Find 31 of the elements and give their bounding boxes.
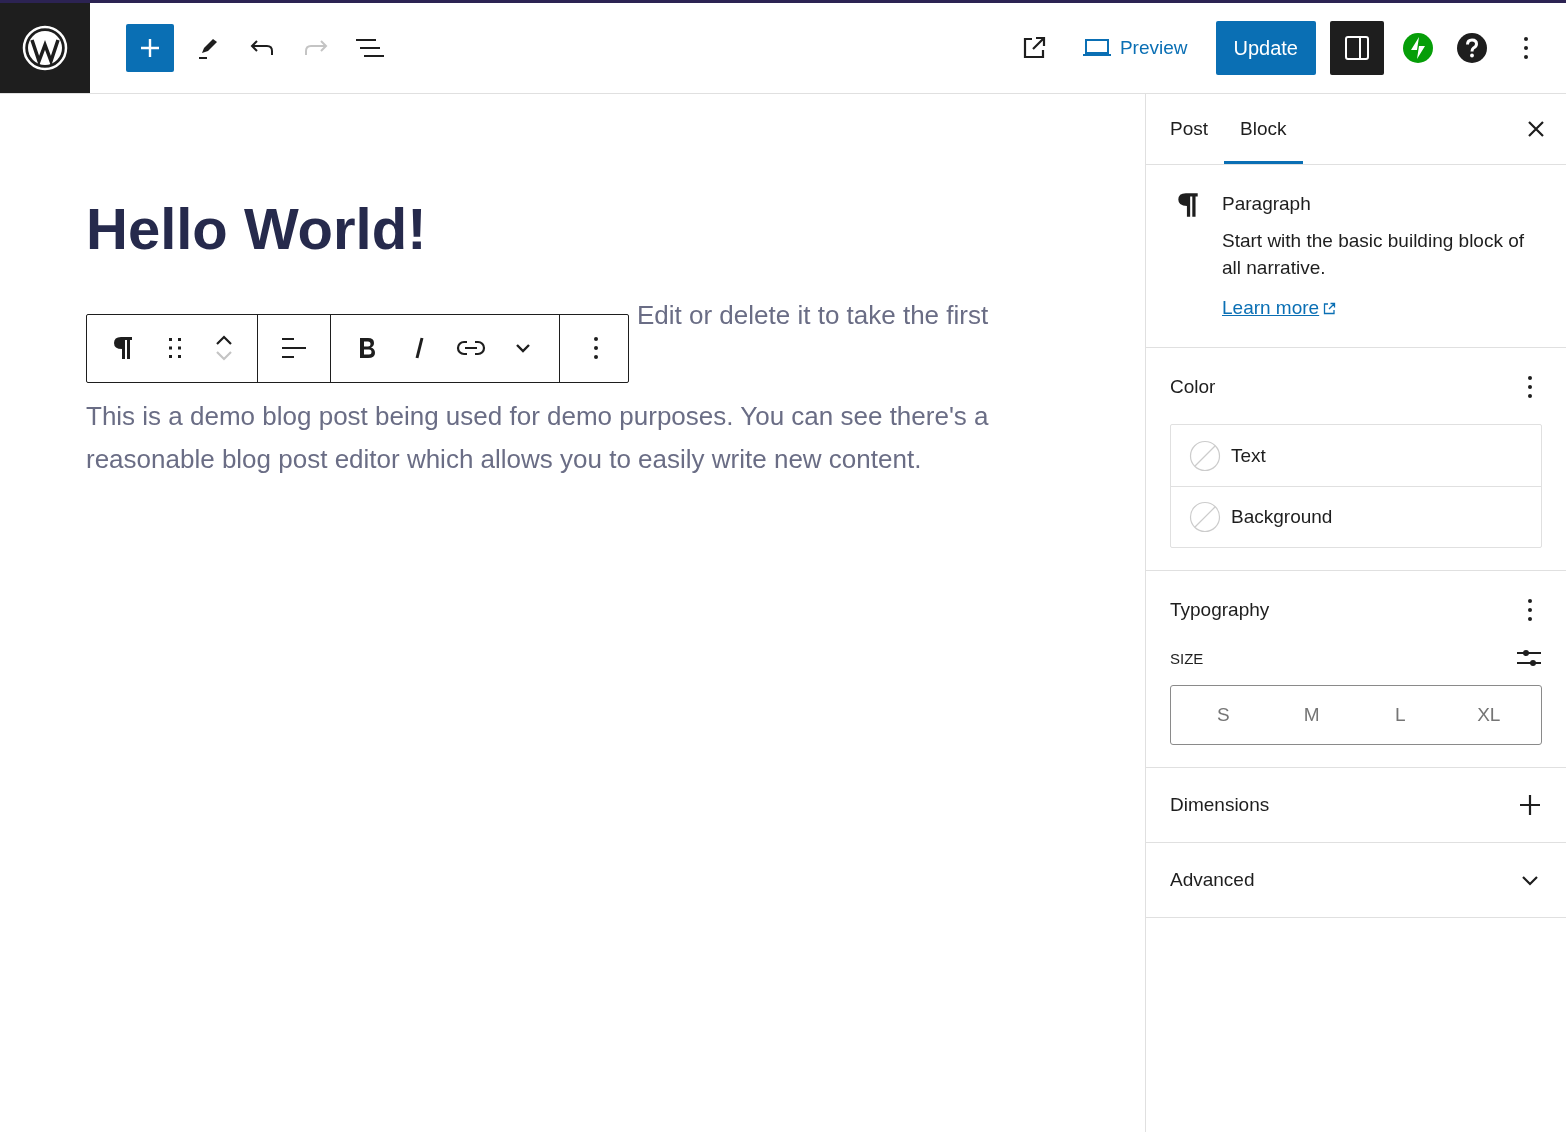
block-name: Paragraph (1222, 193, 1312, 215)
paragraph-text[interactable]: Edit or delete it to take the first (637, 293, 989, 337)
block-description: Start with the basic building block of all narrative. (1222, 229, 1526, 280)
add-block-button[interactable] (126, 24, 174, 72)
size-option[interactable]: M (1267, 686, 1356, 744)
external-link-icon (1323, 301, 1337, 315)
plus-icon (139, 37, 161, 59)
wordpress-logo[interactable] (0, 3, 90, 93)
size-option[interactable]: L (1356, 686, 1445, 744)
size-option[interactable]: XL (1444, 686, 1533, 744)
panel-title: Color (1170, 376, 1216, 398)
sidebar-toggle-icon[interactable] (1330, 21, 1384, 75)
empty-swatch-icon (1189, 439, 1221, 472)
size-label: SIZE (1170, 649, 1204, 667)
preview-button[interactable]: Preview (1067, 24, 1202, 72)
paragraph-icon (1176, 191, 1200, 219)
color-option[interactable]: Background (1171, 486, 1541, 547)
panel-title: Advanced (1170, 869, 1255, 891)
move-up-icon[interactable] (215, 335, 233, 346)
panel-title: Typography (1170, 599, 1270, 621)
learn-more-link[interactable]: Learn more (1222, 297, 1337, 319)
size-option[interactable]: S (1179, 686, 1268, 744)
laptop-icon (1081, 38, 1112, 58)
sidebar-tab[interactable]: Block (1224, 97, 1303, 164)
color-option[interactable]: Text (1171, 425, 1541, 486)
panel-title: Dimensions (1170, 794, 1270, 816)
sidebar-tab[interactable]: Post (1154, 97, 1225, 164)
post-title[interactable]: Hello World! (86, 194, 1065, 264)
empty-swatch-icon (1189, 501, 1221, 533)
update-button[interactable]: Update (1215, 21, 1316, 75)
paragraph-text[interactable]: This is a demo blog post being used for demo purposes. You can see there's a reasonable blog post editor which allows you to easily write new content. (86, 394, 1065, 481)
